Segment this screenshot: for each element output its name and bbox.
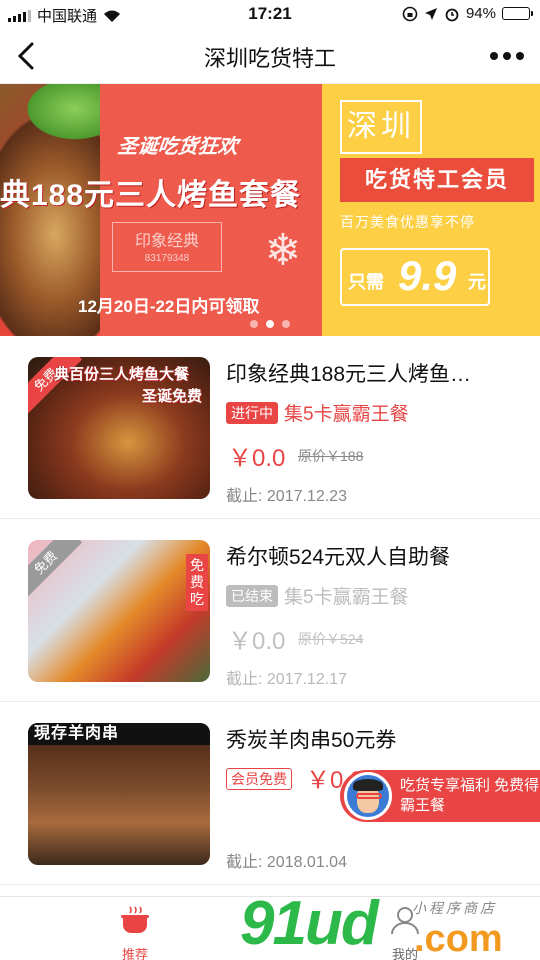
deal-item[interactable]: 免费 免费吃 希尔顿524元双人自助餐 已结束 集5卡赢霸王餐 ￥0.0 原价￥… bbox=[0, 519, 540, 702]
tab-bar: 推荐 我的 bbox=[0, 896, 540, 960]
banner-card-title: 吃货特工会员 bbox=[340, 158, 534, 202]
floating-promo-button[interactable]: 吃货专享福利 免费得霸王餐 bbox=[340, 770, 540, 822]
status-bar: 中国联通 17:21 94% bbox=[0, 0, 540, 28]
banner-left-panel: 圣诞吃货狂欢 典188元三人烤鱼套餐 印象经典 83179348 ❄ 12月20日… bbox=[0, 84, 322, 336]
snowflake-icon: ❄ bbox=[264, 226, 302, 275]
deal-title: 希尔顿524元双人自助餐 bbox=[226, 546, 451, 569]
restaurant-logo: 印象经典 83179348 bbox=[112, 222, 222, 272]
original-price: 原价￥524 bbox=[298, 631, 364, 647]
free-ribbon: 免费 bbox=[28, 540, 83, 600]
original-price: 原价￥188 bbox=[298, 448, 364, 464]
more-dots-icon[interactable] bbox=[490, 46, 524, 66]
deal-title: 印象经典188元三人烤鱼… bbox=[226, 363, 472, 386]
user-icon bbox=[391, 907, 419, 935]
thumbnail-caption-secondary: 圣诞免费 bbox=[141, 388, 202, 405]
mascot-avatar bbox=[344, 772, 392, 820]
carousel-dot[interactable] bbox=[250, 320, 258, 328]
banner-brand: 深圳 bbox=[340, 100, 422, 154]
carousel-dot[interactable] bbox=[266, 320, 274, 328]
banner-slogan: 百万美食优惠享不停 bbox=[340, 214, 475, 230]
deal-thumbnail: 免费 典百份三人烤鱼大餐 圣诞免费 bbox=[28, 357, 210, 499]
banner-subtitle: 圣诞吃货狂欢 bbox=[116, 136, 239, 158]
status-badge: 进行中 bbox=[226, 402, 278, 424]
deal-subtitle: 集5卡赢霸王餐 bbox=[284, 404, 409, 425]
deal-deadline: 截止: 2018.01.04 bbox=[226, 854, 347, 871]
deal-price: ￥0.0 bbox=[228, 628, 286, 655]
alarm-icon bbox=[445, 8, 459, 21]
tab-recommend[interactable]: 推荐 bbox=[75, 897, 195, 960]
banner-price-suffix: 元 bbox=[468, 272, 486, 292]
status-badge: 已结束 bbox=[226, 585, 278, 607]
location-icon bbox=[424, 7, 437, 20]
nav-bar: 深圳吃货特工 bbox=[0, 28, 540, 84]
rotation-lock-icon bbox=[402, 6, 418, 21]
deal-item[interactable]: 免费 典百份三人烤鱼大餐 圣诞免费 印象经典188元三人烤鱼… 进行中 集5卡赢… bbox=[0, 336, 540, 519]
banner-price: 只需 9.9 元 bbox=[340, 248, 490, 306]
restaurant-logo-text: 印象经典 bbox=[134, 233, 199, 250]
thumbnail-caption: 典百份三人烤鱼大餐 bbox=[54, 366, 190, 383]
banner-headline: 典188元三人烤鱼套餐 bbox=[0, 179, 302, 212]
hotpot-icon bbox=[121, 906, 149, 933]
status-right: 94% bbox=[402, 5, 533, 22]
status-badge: 会员免费 bbox=[226, 768, 292, 790]
thumbnail-caption: 現存羊肉串 bbox=[28, 723, 210, 745]
battery-icon bbox=[502, 7, 533, 20]
carousel-dot[interactable] bbox=[282, 320, 290, 328]
promo-banner[interactable]: 圣诞吃货狂欢 典188元三人烤鱼套餐 印象经典 83179348 ❄ 12月20日… bbox=[0, 84, 540, 336]
battery-percent: 94% bbox=[465, 5, 496, 22]
tab-recommend-label: 推荐 bbox=[121, 947, 148, 960]
banner-date: 12月20日-22日内可领取 bbox=[78, 297, 260, 316]
promo-text: 吃货专享福利 免费得霸王餐 bbox=[400, 777, 540, 814]
tab-mine-label: 我的 bbox=[391, 947, 418, 960]
restaurant-logo-number: 83179348 bbox=[144, 253, 190, 264]
carousel-dots[interactable] bbox=[0, 320, 540, 328]
banner-right-panel: 深圳 吃货特工会员 百万美食优惠享不停 只需 9.9 元 bbox=[322, 84, 540, 336]
deal-price: ￥0.0 bbox=[228, 445, 286, 472]
tab-mine[interactable]: 我的 bbox=[345, 897, 465, 960]
deal-thumbnail: 免费 免费吃 bbox=[28, 540, 210, 682]
deal-deadline: 截止: 2017.12.23 bbox=[226, 488, 347, 505]
deal-title: 秀炭羊肉串50元券 bbox=[226, 729, 397, 752]
banner-price-value: 9.9 bbox=[398, 252, 457, 299]
thumbnail-caption: 免费吃 bbox=[186, 554, 208, 611]
deal-deadline: 截止: 2017.12.17 bbox=[226, 671, 347, 688]
deal-subtitle: 集5卡赢霸王餐 bbox=[284, 587, 409, 608]
deal-thumbnail: 現存羊肉串 bbox=[28, 723, 210, 865]
banner-price-prefix: 只需 bbox=[348, 272, 384, 292]
page-title: 深圳吃货特工 bbox=[203, 46, 336, 71]
